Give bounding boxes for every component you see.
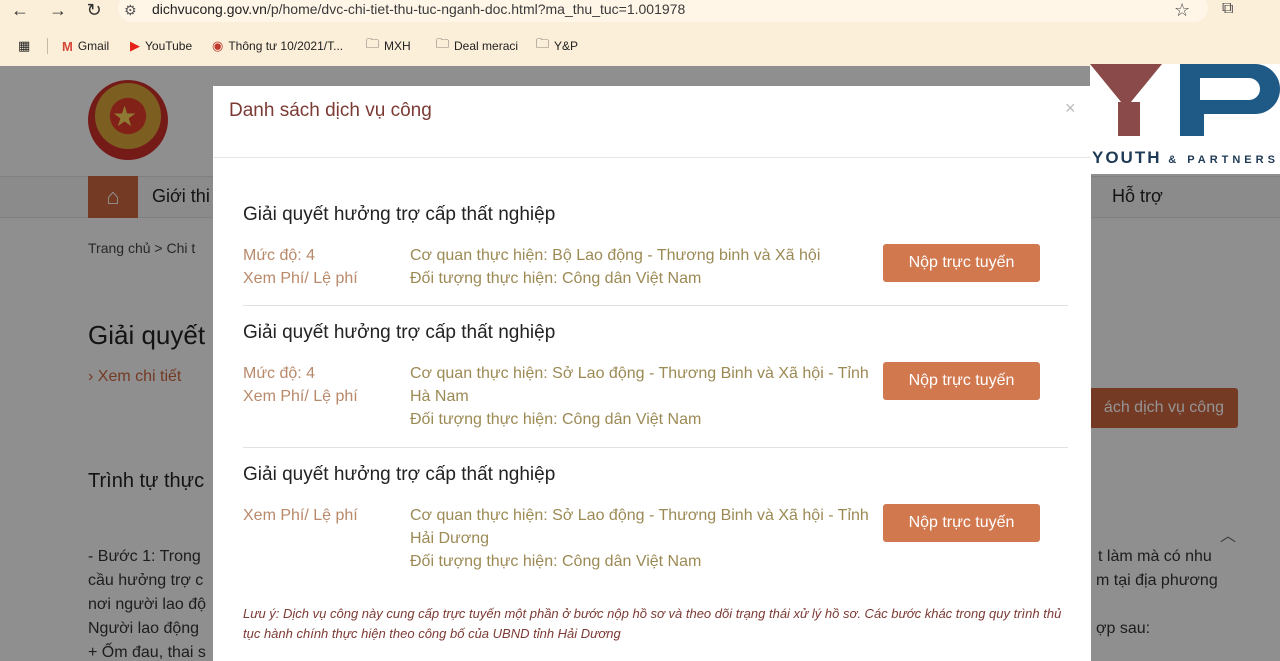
fee-link[interactable]: Xem Phí/ Lệ phí [243, 267, 358, 290]
bookmark-yp[interactable]: 🗀 Y&P [536, 34, 578, 58]
youtube-icon: ▶ [130, 38, 140, 53]
submit-online-button[interactable]: Nộp trực tuyến [883, 362, 1040, 400]
service-agency: Cơ quan thực hiện: Sở Lao động - Thương … [410, 507, 869, 547]
reload-icon[interactable]: ↻ [80, 0, 108, 22]
divider [243, 305, 1068, 306]
site-settings-icon[interactable]: ⚙ [124, 2, 137, 19]
back-arrow-icon[interactable]: ← [6, 0, 34, 22]
bookmark-youtube[interactable]: ▶ YouTube [130, 34, 192, 58]
service-name: Giải quyết hưởng trợ cấp thất nghiệp [243, 322, 556, 343]
bookmark-mxh[interactable]: 🗀 MXH [366, 34, 411, 58]
fee-link[interactable]: Xem Phí/ Lệ phí [243, 504, 358, 527]
bookmark-star-icon[interactable]: ☆ [1174, 0, 1190, 21]
service-level: Mức độ: 4 [243, 247, 316, 264]
bookmark-thong-tu[interactable]: ◉ Thông tư 10/2021/T... [212, 34, 343, 58]
divider [243, 447, 1068, 448]
note-text: Lưu ý: Dịch vụ công này cung cấp trực tu… [243, 606, 1062, 641]
service-agency: Cơ quan thực hiện: Sở Lao động - Thương … [410, 365, 869, 405]
service-target: Đối tượng thực hiện: Công dân Việt Nam [410, 270, 702, 287]
service-target: Đối tượng thực hiện: Công dân Việt Nam [410, 553, 702, 570]
service-agency: Cơ quan thực hiện: Bộ Lao động - Thương … [410, 247, 821, 264]
forward-arrow-icon[interactable]: → [44, 0, 72, 22]
service-list-modal: Danh sách dịch vụ công × Giải quyết hưởn… [213, 86, 1091, 661]
modal-title: Danh sách dịch vụ công [229, 100, 432, 121]
submit-online-button[interactable]: Nộp trực tuyến [883, 244, 1040, 282]
url-text[interactable]: dichvucong.gov.vn/p/home/dvc-chi-tiet-th… [152, 1, 685, 17]
apps-grid-icon[interactable]: ▦ [18, 34, 30, 58]
youth-partners-logo: YOUTH & PARTNERS [1090, 64, 1280, 174]
fee-link[interactable]: Xem Phí/ Lệ phí [243, 385, 358, 408]
site-icon: ◉ [212, 38, 224, 53]
bookmark-separator [47, 38, 48, 54]
service-name: Giải quyết hưởng trợ cấp thất nghiệp [243, 204, 556, 225]
service-level: Mức độ: 4 [243, 365, 316, 382]
bookmark-deal-meraci[interactable]: 🗀 Deal meraci [436, 34, 518, 58]
bookmark-gmail[interactable]: M Gmail [62, 34, 109, 58]
folder-icon: 🗀 [436, 36, 450, 51]
service-target: Đối tượng thực hiện: Công dân Việt Nam [410, 411, 702, 428]
extensions-icon[interactable]: ⧉ [1222, 0, 1233, 18]
gmail-icon: M [62, 38, 73, 54]
close-icon[interactable]: × [1065, 98, 1076, 119]
folder-icon: 🗀 [536, 36, 550, 51]
submit-online-button[interactable]: Nộp trực tuyến [883, 504, 1040, 542]
modal-header: Danh sách dịch vụ công × [213, 86, 1091, 158]
logo-y-stem [1118, 102, 1140, 136]
logo-text: YOUTH & PARTNERS [1092, 148, 1279, 167]
service-name: Giải quyết hưởng trợ cấp thất nghiệp [243, 464, 556, 485]
folder-icon: 🗀 [366, 36, 380, 51]
